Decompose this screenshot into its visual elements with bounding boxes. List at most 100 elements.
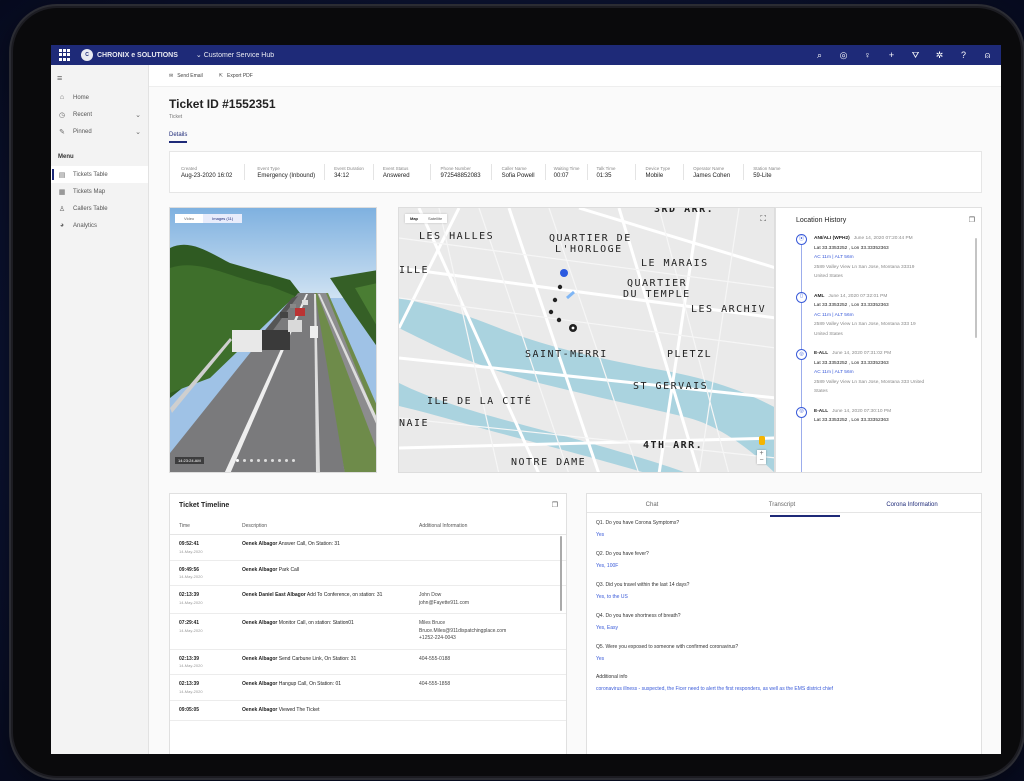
table-row[interactable]: 09:49:56 14-May-2020 Oenek Albagor Park C… — [170, 561, 566, 586]
street-view-icon[interactable] — [759, 436, 765, 445]
divider — [429, 164, 431, 180]
page-subtitle: Ticket — [169, 114, 183, 120]
sidebar-item-analytics[interactable]: ◕ Analytics — [51, 217, 148, 234]
row-action: Viewed The Ticket — [278, 706, 320, 713]
entry-address: 2589 Valley View Ln San Jose, Montana 33… — [814, 379, 925, 385]
filter-icon[interactable]: ⛛ — [910, 50, 921, 61]
sidebar-item-label: Analytics — [73, 222, 98, 229]
ticket-timeline-panel: Ticket Timeline ❐ Time Description Addit… — [169, 493, 567, 754]
tab-transcript[interactable]: Transcript — [717, 502, 847, 508]
tab-details[interactable]: Details — [169, 132, 188, 143]
entry-country: United States — [814, 274, 843, 279]
row-time: 02:13:39 — [179, 681, 200, 687]
lightbulb-icon[interactable]: ♀ — [862, 50, 873, 61]
sidebar-item-tickets-table[interactable]: ▤ Tickets Table — [51, 166, 148, 183]
entry-accuracy: AC 11m | ALT 56m — [814, 370, 854, 375]
zoom-in-icon[interactable]: + — [757, 450, 766, 457]
column-header-info: Additional Information — [419, 523, 468, 529]
zoom-control[interactable]: + − — [757, 450, 766, 464]
search-icon[interactable]: ⌕ — [814, 50, 825, 61]
table-icon: ▤ — [58, 171, 66, 179]
row-actor: Oenek Albagor — [242, 681, 278, 687]
help-icon[interactable]: ? — [958, 50, 969, 61]
table-row[interactable]: 09:52:41 14-May-2020 Oenek Albagor Answer… — [170, 535, 566, 561]
row-action: Send Carbune Link, On Station: 31 — [278, 655, 357, 662]
sidebar-item-home[interactable]: ⌂ Home — [51, 89, 148, 106]
chart-icon: ◕ — [59, 222, 65, 229]
sidebar-item-label: Tickets Table — [73, 171, 108, 178]
sidebar-item-label: Tickets Map — [73, 188, 106, 195]
sidebar-item-pinned[interactable]: ✎ Pinned ⌄ — [51, 123, 148, 140]
sidebar-item-tickets-map[interactable]: ▦ Tickets Map — [51, 183, 148, 200]
location-entry[interactable]: ◎ E-ALL June 14, 2020 07:30:10 PM Lat 33.… — [776, 406, 981, 426]
map-view[interactable]: 3RD ARR. LES HALLES QUARTIER DE L'HORLOG… — [398, 207, 775, 473]
export-pdf-button[interactable]: ⇱ Export PDF — [219, 73, 253, 79]
entry-name: E-ALL — [814, 351, 829, 356]
copy-icon[interactable]: ❐ — [969, 216, 975, 224]
row-actor: Oenek Albagor — [242, 541, 278, 547]
detail-label: Operator Name — [693, 165, 725, 171]
row-info: Miles Bruce Bruce.Miles@911dispatchingpl… — [419, 620, 507, 641]
entry-coords: Lat 33.3353252 , Lon 33.33352363 — [814, 418, 889, 423]
gear-icon[interactable]: ✲ — [934, 50, 945, 61]
incident-photo[interactable]: Video Images (11) 14:23:24.AM — [169, 207, 377, 473]
divider — [244, 164, 246, 180]
target-icon[interactable]: ◎ — [838, 50, 849, 61]
entry-name: AML — [814, 293, 825, 299]
corona-tabs: Chat Transcript Corona Information — [587, 494, 981, 513]
plus-icon[interactable]: + — [886, 50, 897, 61]
table-row[interactable]: 02:13:39 14-May-2020 Oenek Albagor Send C… — [170, 650, 566, 675]
row-date: 14-May-2020 — [179, 548, 203, 554]
row-info: 404-555-1858 — [419, 681, 451, 687]
tab-images[interactable]: Images (11) — [203, 214, 243, 223]
send-email-button[interactable]: ✉ Send Email — [169, 73, 203, 79]
app-launcher-icon[interactable] — [59, 49, 71, 61]
tab-map[interactable]: Map — [405, 214, 423, 223]
entry-time: June 14, 2020 07:20:44 PM — [853, 236, 913, 241]
row-actor: Oenek Daniel East Albagor — [242, 592, 306, 598]
entry-accuracy: AC 11m | ALT 56m — [814, 312, 854, 318]
app-switcher[interactable]: ⌄ Customer Service Hub — [196, 51, 274, 59]
location-entry[interactable]: ⦿ ANI/ALI (WPH2) June 14, 2020 07:20:44 P… — [776, 234, 981, 282]
location-entry[interactable]: ▯ AML June 14, 2020 07:32:01 PM Lat 33.33… — [776, 291, 981, 340]
location-entry[interactable]: ◎ E-ALL June 14, 2020 07:31:02 PM Lat 33.… — [776, 349, 981, 397]
copy-icon[interactable]: ❐ — [552, 501, 558, 509]
answer: Yes, to the US — [596, 594, 628, 600]
tab-video[interactable]: Video — [175, 214, 203, 223]
answer: Yes, 100F — [596, 563, 619, 569]
table-row[interactable]: 02:13:39 14-May-2020 Oenek Albagor Hangup… — [170, 675, 566, 701]
detail-field: Event Type Emergency (Inbound) — [257, 166, 315, 179]
carousel-dots[interactable] — [236, 459, 295, 462]
tab-chat[interactable]: Chat — [587, 502, 717, 508]
entry-accuracy: AC 11m | ALT 56m — [814, 255, 854, 260]
timeline-header: Time Description Additional Information — [170, 523, 566, 535]
table-row[interactable]: 07:29:41 14-May-2020 Oenek Albagor Monito… — [170, 614, 566, 650]
hamburger-icon[interactable]: ≡ — [51, 65, 148, 89]
table-row[interactable]: 09:05:05 Oenek Albagor Viewed The Ticket — [170, 701, 566, 721]
scrollbar[interactable] — [560, 536, 562, 611]
row-actor: Oenek Albagor — [242, 620, 278, 626]
question: Q3. Did you travel within the last 14 da… — [596, 582, 690, 588]
clock-icon: ◷ — [58, 111, 66, 119]
fullscreen-icon[interactable]: ⛶ — [760, 214, 766, 224]
row-actor: Oenek Albagor — [242, 566, 278, 573]
export-icon: ⇱ — [218, 72, 223, 79]
sidebar-item-callers-table[interactable]: ♙ Callers Table — [51, 200, 148, 217]
entry-country: States — [814, 389, 828, 394]
divider — [324, 164, 326, 180]
question: Q4. Do you have shortness of breath? — [596, 613, 681, 619]
row-info — [419, 567, 557, 580]
detail-value: 01:35 — [596, 172, 612, 179]
row-actor: Oenek Albagor — [242, 655, 278, 662]
tab-corona-information[interactable]: Corona Information — [847, 502, 977, 508]
user-icon[interactable]: ⍝ — [982, 50, 993, 61]
tab-satellite[interactable]: Satellite — [423, 214, 447, 223]
additional-info-text: coronavirus illness - suspected, the Fic… — [596, 686, 834, 692]
main-content: ✉ Send Email ⇱ Export PDF Ticket ID #15523… — [149, 65, 1001, 754]
table-row[interactable]: 02:13:39 14-May-2020 Oenek Daniel East Al… — [170, 586, 566, 614]
zoom-out-icon[interactable]: − — [757, 457, 766, 464]
send-email-label: Send Email — [177, 72, 203, 79]
detail-label: Talk Time — [596, 165, 616, 171]
detail-field: Caller Name Sofia Powell — [502, 166, 535, 179]
sidebar-item-recent[interactable]: ◷ Recent ⌄ — [51, 106, 148, 123]
